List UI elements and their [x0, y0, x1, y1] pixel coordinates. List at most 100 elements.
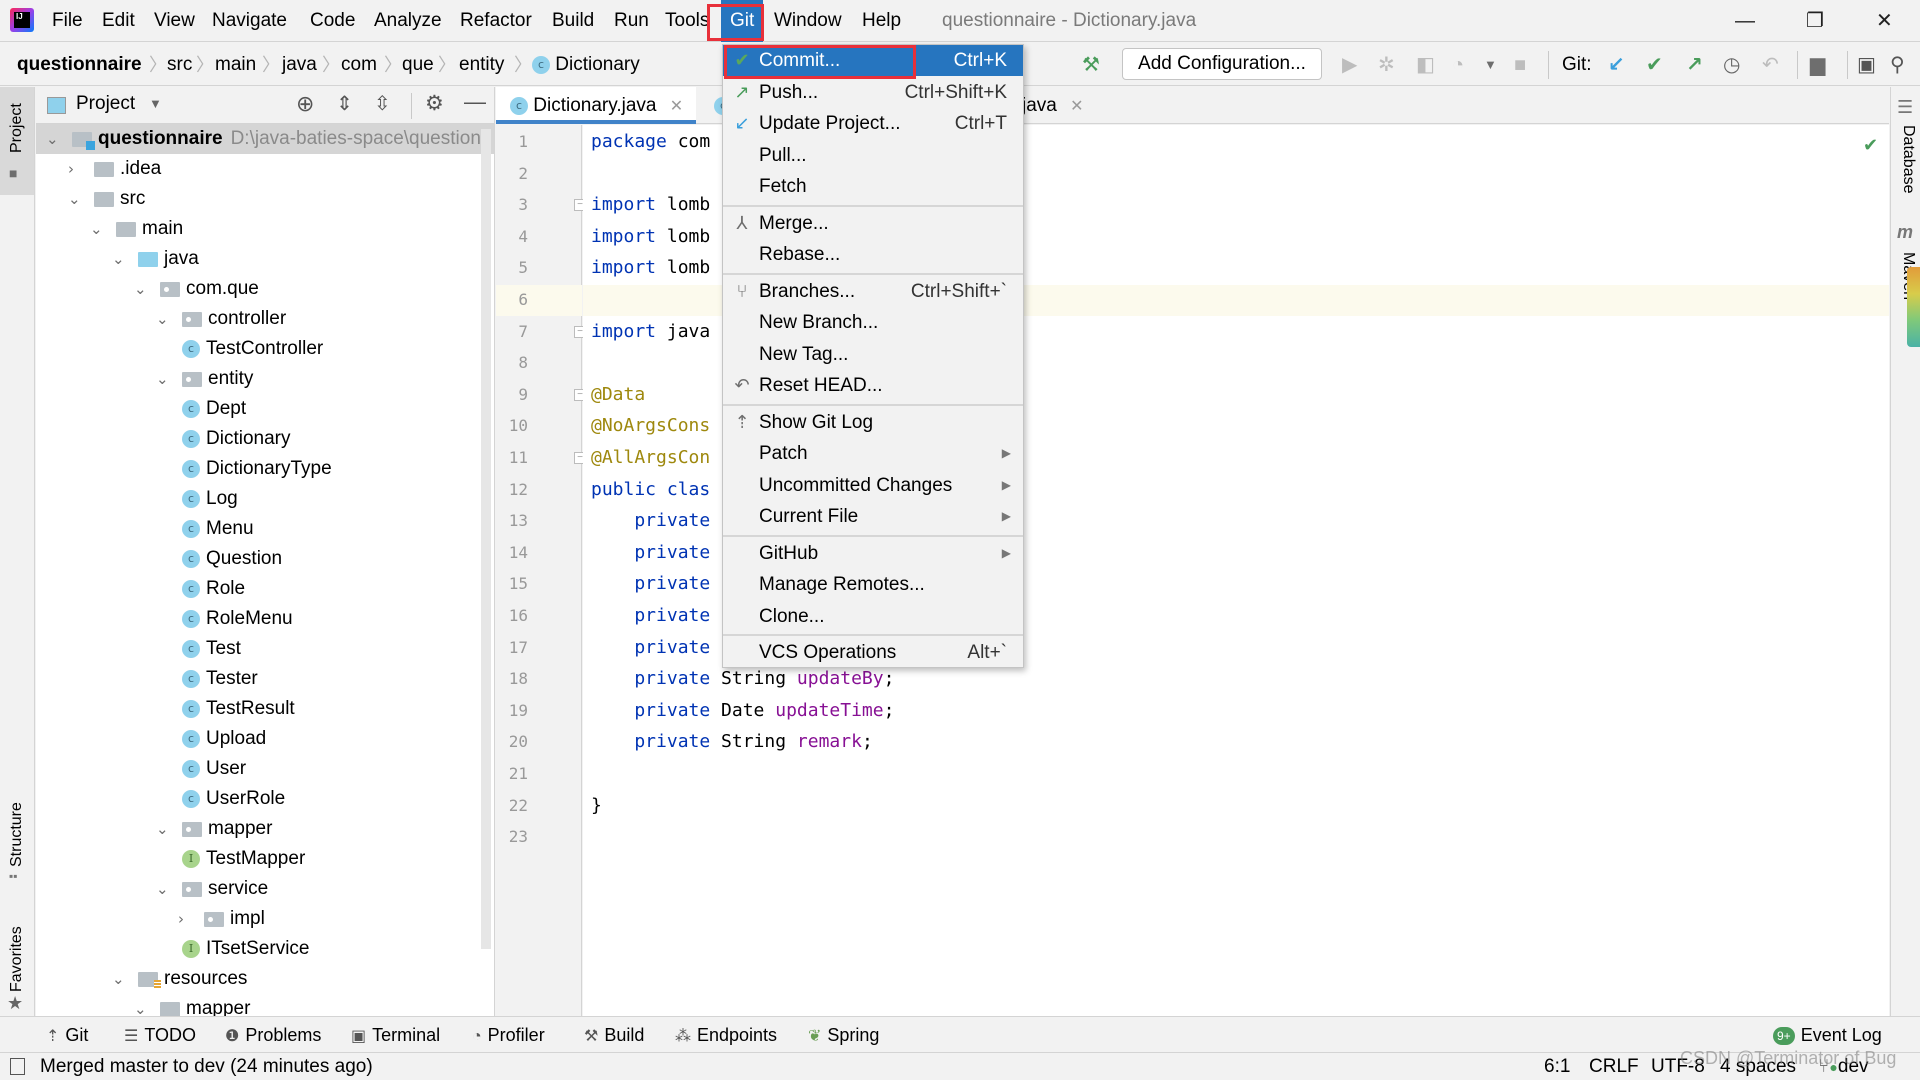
- git-menu-item-vcs-operations[interactable]: VCS Operations Alt+`: [723, 637, 1023, 668]
- breadcrumb-project[interactable]: questionnaire: [17, 52, 142, 78]
- history-icon[interactable]: ◷: [1723, 52, 1740, 78]
- tree-item-resources[interactable]: ⌄ resources: [36, 964, 494, 994]
- tree-item-folder[interactable]: ⌄ mapper: [36, 994, 494, 1016]
- tree-item-package[interactable]: ⌄ com.que: [36, 274, 494, 304]
- breadcrumb-src[interactable]: src: [167, 52, 192, 78]
- tree-item-class[interactable]: c Question: [36, 544, 494, 574]
- tree-item-folder[interactable]: › .idea: [36, 154, 494, 184]
- stripe-tab-database[interactable]: Database: [1899, 125, 1917, 194]
- toggle-tool-windows-icon[interactable]: [10, 1058, 25, 1075]
- tool-problems[interactable]: ❶ Problems: [225, 1023, 321, 1049]
- close-tab-icon[interactable]: ✕: [1070, 98, 1083, 115]
- menu-build[interactable]: Build: [552, 8, 594, 34]
- close-window-button[interactable]: ✕: [1876, 8, 1893, 34]
- git-menu-item-push[interactable]: ↗ Push... Ctrl+Shift+K: [723, 77, 1023, 108]
- tree-item-folder[interactable]: ⌄ src: [36, 184, 494, 214]
- git-menu-item-fetch[interactable]: Fetch: [723, 171, 1023, 202]
- chevron-down-icon[interactable]: ⌄: [46, 124, 59, 154]
- git-menu-item-github[interactable]: GitHub ▶: [723, 538, 1023, 569]
- tree-item-class[interactable]: c User: [36, 754, 494, 784]
- tool-git[interactable]: ⇡ Git: [46, 1023, 88, 1049]
- tree-item-folder[interactable]: ⌄ main: [36, 214, 494, 244]
- caret-position[interactable]: 6:1: [1544, 1055, 1570, 1079]
- tree-item-class[interactable]: c Tester: [36, 664, 494, 694]
- breadcrumb-main[interactable]: main: [215, 52, 256, 78]
- run-anything-icon[interactable]: ▣: [1857, 52, 1876, 78]
- close-tab-icon[interactable]: ✕: [670, 98, 683, 115]
- coverage-icon[interactable]: ◧: [1416, 52, 1435, 78]
- locate-file-icon[interactable]: ⊕: [296, 91, 314, 117]
- chevron-down-icon[interactable]: ⌄: [156, 874, 169, 904]
- tab-dictionary-java[interactable]: c Dictionary.java ✕: [496, 87, 696, 124]
- breadcrumb-entity[interactable]: entity: [459, 52, 504, 78]
- tree-item-class[interactable]: c Dept: [36, 394, 494, 424]
- tree-scrollbar[interactable]: [481, 129, 491, 949]
- git-push-icon[interactable]: ↗: [1686, 52, 1703, 78]
- tree-item-class[interactable]: c Role: [36, 574, 494, 604]
- menu-run[interactable]: Run: [614, 8, 649, 34]
- chevron-down-icon[interactable]: ⌄: [156, 304, 169, 334]
- git-menu-item-manage-remotes[interactable]: Manage Remotes...: [723, 569, 1023, 600]
- menu-code[interactable]: Code: [310, 8, 355, 34]
- tool-event-log[interactable]: 9+ Event Log: [1773, 1023, 1882, 1047]
- git-menu-item-patch[interactable]: Patch ▶: [723, 438, 1023, 469]
- tree-item-class[interactable]: c Dictionary: [36, 424, 494, 454]
- add-configuration-button[interactable]: Add Configuration...: [1122, 48, 1322, 80]
- tree-item-package[interactable]: ⌄ service: [36, 874, 494, 904]
- chevron-down-icon[interactable]: ⌄: [156, 814, 169, 844]
- tree-item-class[interactable]: c DictionaryType: [36, 454, 494, 484]
- git-commit-icon[interactable]: ✔: [1646, 52, 1663, 78]
- tree-item-class[interactable]: c TestResult: [36, 694, 494, 724]
- tab-hidden-java[interactable]: java ✕: [1022, 87, 1112, 124]
- line-separator[interactable]: CRLF: [1589, 1055, 1639, 1079]
- chevron-down-icon[interactable]: ⌄: [112, 964, 125, 994]
- tool-endpoints[interactable]: ⁂ Endpoints: [675, 1023, 777, 1049]
- menu-refactor[interactable]: Refactor: [460, 8, 532, 34]
- chevron-down-icon[interactable]: ⌄: [90, 214, 103, 244]
- tool-todo[interactable]: ☰ TODO: [124, 1023, 196, 1049]
- menu-edit[interactable]: Edit: [102, 8, 135, 34]
- stripe-tab-project[interactable]: Project ■: [0, 87, 34, 195]
- run-icon[interactable]: ▶: [1342, 52, 1357, 78]
- menu-analyze[interactable]: Analyze: [374, 8, 442, 34]
- git-update-icon[interactable]: ↙: [1608, 52, 1625, 78]
- tree-item-package[interactable]: › impl: [36, 904, 494, 934]
- chevron-down-icon[interactable]: ⌄: [134, 994, 147, 1016]
- git-menu-item-clone[interactable]: Clone...: [723, 601, 1023, 632]
- menu-navigate[interactable]: Navigate: [212, 8, 287, 34]
- tree-item-class[interactable]: c Log: [36, 484, 494, 514]
- breadcrumb-java[interactable]: java: [282, 52, 317, 78]
- restore-button[interactable]: ❐: [1806, 8, 1824, 34]
- breadcrumb-que[interactable]: que: [402, 52, 434, 78]
- git-menu-item-show-git-log[interactable]: ⇡ Show Git Log: [723, 407, 1023, 438]
- tool-terminal[interactable]: ▣ Terminal: [351, 1023, 440, 1049]
- chevron-down-icon[interactable]: ⌄: [112, 244, 125, 274]
- gear-icon[interactable]: ⚙: [425, 91, 444, 116]
- menu-window[interactable]: Window: [774, 8, 842, 34]
- run-dropdown-icon[interactable]: ▼: [1484, 52, 1497, 78]
- chevron-down-icon[interactable]: ▼: [149, 96, 162, 111]
- rollback-icon[interactable]: ↶: [1762, 52, 1779, 78]
- tree-item-module[interactable]: ⌄ questionnaire D:\java-baties-space\quest…: [36, 124, 494, 154]
- git-menu-item-new-tag[interactable]: New Tag...: [723, 339, 1023, 370]
- tree-item-interface[interactable]: I ITsetService: [36, 934, 494, 964]
- tool-spring[interactable]: ❦ Spring: [808, 1023, 879, 1049]
- breadcrumb-dictionary[interactable]: c Dictionary: [532, 52, 640, 78]
- chevron-down-icon[interactable]: ⌄: [156, 364, 169, 394]
- tree-item-class[interactable]: c RoleMenu: [36, 604, 494, 634]
- debug-icon[interactable]: ✲: [1378, 52, 1395, 78]
- status-message[interactable]: Merged master to dev (24 minutes ago): [40, 1055, 373, 1079]
- tool-profiler[interactable]: ◔ Profiler: [472, 1023, 545, 1049]
- git-menu-item-update-project[interactable]: ↙ Update Project... Ctrl+T: [723, 108, 1023, 139]
- tool-build[interactable]: ⚒ Build: [584, 1023, 644, 1049]
- chevron-right-icon[interactable]: ›: [178, 904, 184, 934]
- git-menu-item-uncommitted-changes[interactable]: Uncommitted Changes ▶: [723, 470, 1023, 501]
- menu-tools[interactable]: Tools: [665, 8, 709, 34]
- breadcrumb-com[interactable]: com: [341, 52, 377, 78]
- tree-item-package[interactable]: ⌄ entity: [36, 364, 494, 394]
- tree-item-package[interactable]: ⌄ mapper: [36, 814, 494, 844]
- chevron-right-icon[interactable]: ›: [68, 154, 74, 184]
- expand-all-icon[interactable]: ⇕: [336, 91, 353, 116]
- menu-help[interactable]: Help: [862, 8, 901, 34]
- menu-view[interactable]: View: [154, 8, 195, 34]
